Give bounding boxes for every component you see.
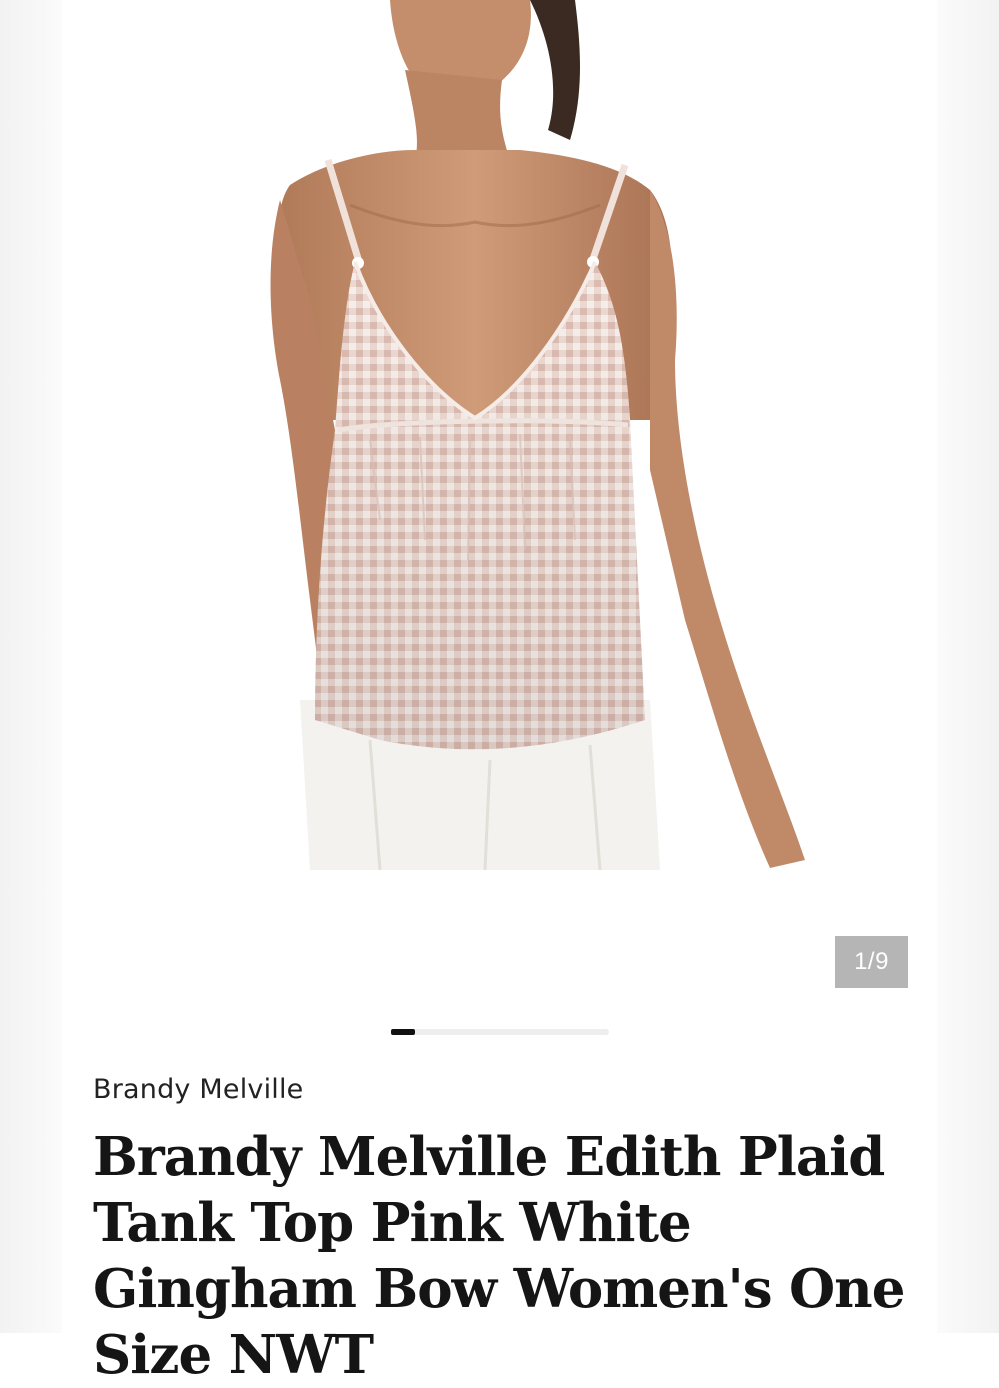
image-counter: 1/9 xyxy=(835,936,908,988)
brand-name[interactable]: Brandy Melville xyxy=(93,1074,303,1105)
product-photo-icon xyxy=(270,0,805,870)
product-image[interactable] xyxy=(230,0,820,870)
product-title: Brandy Melville Edith Plaid Tank Top Pin… xyxy=(93,1126,905,1386)
image-gallery[interactable]: 1/9 xyxy=(0,0,999,1035)
gallery-progress-indicator xyxy=(391,1029,415,1035)
gallery-progress-track[interactable] xyxy=(391,1029,609,1035)
